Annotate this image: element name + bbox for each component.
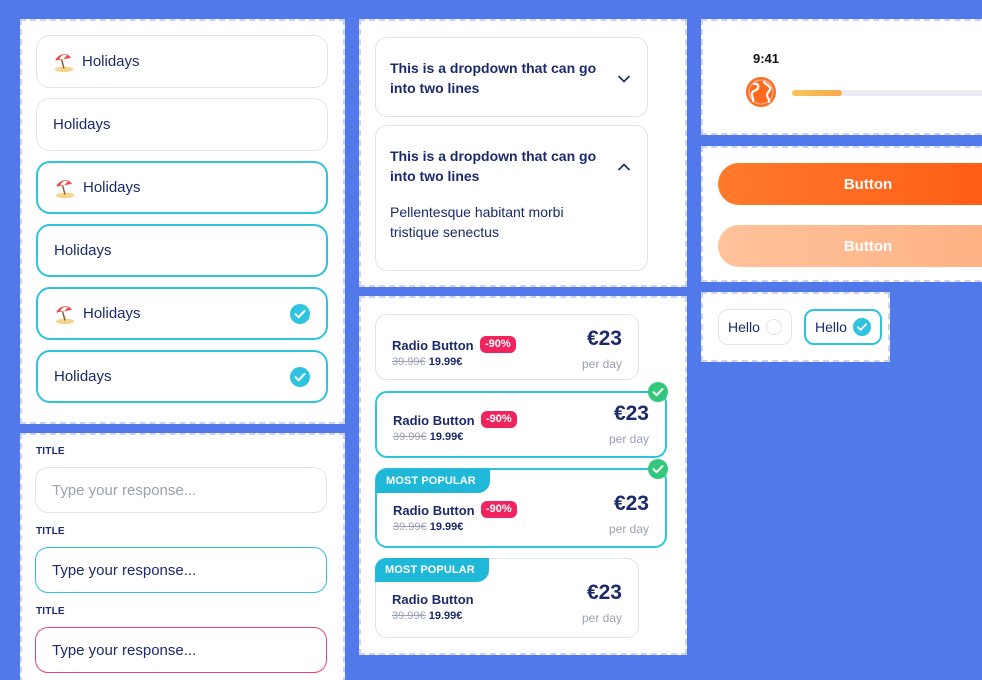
buttons-panel: Button Button [701, 146, 982, 282]
select-option-label: Holidays [54, 242, 112, 259]
check-circle-icon [852, 318, 871, 336]
check-circle-icon [290, 303, 310, 324]
response-input-default[interactable] [35, 467, 327, 513]
select-option-holidays-checked[interactable]: Holidays [36, 350, 328, 403]
old-price: 39.99€ [393, 521, 427, 533]
accordion-header[interactable]: This is a dropdown that can go into two … [390, 126, 633, 186]
response-input-focused[interactable] [35, 547, 327, 593]
select-option-holidays-icon[interactable]: Holidays [36, 35, 328, 88]
price-period: per day [608, 432, 649, 446]
beach-umbrella-icon [55, 179, 75, 198]
select-option-holidays-icon-checked[interactable]: Holidays [36, 287, 328, 340]
accordion-body: Pellentesque habitant morbi tristique se… [390, 204, 564, 240]
select-option-holidays-active[interactable]: Holidays [36, 224, 328, 277]
radio-circle-icon [765, 319, 782, 335]
most-popular-tag: MOST POPULAR [375, 558, 489, 582]
new-price: 19.99€ [428, 610, 463, 622]
old-price: 39.99€ [392, 356, 426, 368]
price-line: 39.99€ 19.99€ [392, 610, 462, 622]
chips-panel: Hello Hello [701, 292, 890, 362]
price-period: per day [581, 611, 622, 625]
field-title: TITLE [36, 606, 65, 617]
accordion-panel: This is a dropdown that can go into two … [359, 19, 687, 287]
new-price: 19.99€ [429, 521, 464, 533]
price-period: per day [581, 357, 622, 371]
select-option-holidays-icon-active[interactable]: Holidays [36, 161, 328, 214]
old-price: 39.99€ [392, 610, 426, 622]
accordion-title: This is a dropdown that can go into two … [390, 148, 597, 184]
price-card-title: Radio Button [393, 413, 475, 428]
price-card-title: Radio Button [392, 338, 474, 353]
status-time: 9:41 [753, 51, 780, 66]
price-card-title: Radio Button [393, 503, 475, 518]
price-cards-panel: Radio Button -90% 39.99€ 19.99€ €23 per … [359, 296, 687, 655]
accordion-title: This is a dropdown that can go into two … [390, 60, 597, 96]
price-amount: €23 [586, 327, 622, 350]
chevron-up-icon [618, 163, 630, 171]
beach-umbrella-icon [54, 53, 74, 72]
price-card-popular-selected[interactable]: MOST POPULAR Radio Button -90% 39.99€ 19… [375, 459, 668, 548]
price-line: 39.99€ 19.99€ [392, 356, 462, 368]
discount-badge: -90% [481, 501, 517, 518]
discount-badge: -90% [481, 411, 517, 428]
price-line: 39.99€ 19.99€ [393, 521, 463, 533]
progress-track [792, 90, 982, 96]
chip-label: Hello [815, 319, 847, 335]
discount-badge: -90% [480, 336, 516, 353]
accordion-collapsed[interactable]: This is a dropdown that can go into two … [375, 37, 648, 117]
disabled-button[interactable]: Button [718, 225, 982, 267]
select-option-label: Holidays [83, 179, 141, 196]
price-amount: €23 [613, 402, 649, 425]
chip-hello[interactable]: Hello [718, 309, 792, 345]
old-price: 39.99€ [393, 431, 427, 443]
primary-button[interactable]: Button [718, 163, 982, 205]
select-option-label: Holidays [83, 305, 141, 322]
chip-label: Hello [728, 319, 760, 335]
check-circle-icon [290, 366, 310, 387]
most-popular-tag: MOST POPULAR [376, 469, 490, 493]
select-option-label: Holidays [54, 368, 112, 385]
price-card-popular[interactable]: MOST POPULAR Radio Button 39.99€ 19.99€ … [375, 558, 639, 638]
progress-widget-panel: 9:41 [701, 19, 982, 135]
check-circle-icon [648, 382, 668, 402]
price-amount: €23 [586, 581, 622, 604]
accordion-header[interactable]: This is a dropdown that can go into two … [390, 38, 633, 98]
price-line: 39.99€ 19.99€ [393, 431, 463, 443]
select-option-label: Holidays [82, 53, 140, 70]
chevron-down-icon [618, 75, 630, 83]
progress-fill [792, 90, 843, 96]
price-amount: €23 [613, 492, 649, 515]
globe-icon [746, 77, 776, 107]
field-title: TITLE [36, 526, 65, 537]
beach-umbrella-icon [55, 305, 75, 324]
select-option-label: Holidays [53, 116, 111, 133]
chip-hello-selected[interactable]: Hello [804, 309, 882, 345]
accordion-expanded[interactable]: This is a dropdown that can go into two … [375, 125, 648, 271]
new-price: 19.99€ [429, 431, 464, 443]
price-period: per day [608, 522, 649, 536]
check-circle-icon [648, 459, 668, 479]
text-fields-panel: TITLE TITLE TITLE [20, 433, 345, 680]
field-title: TITLE [36, 446, 65, 457]
new-price: 19.99€ [428, 356, 463, 368]
price-card-title: Radio Button [392, 592, 474, 607]
select-option-holidays[interactable]: Holidays [36, 98, 328, 151]
price-card[interactable]: Radio Button -90% 39.99€ 19.99€ €23 per … [375, 314, 639, 380]
select-list-panel: Holidays Holidays Holidays Holidays Holi… [20, 19, 345, 424]
price-card-selected[interactable]: Radio Button -90% 39.99€ 19.99€ €23 per … [375, 382, 668, 458]
response-input-error[interactable] [35, 627, 327, 673]
